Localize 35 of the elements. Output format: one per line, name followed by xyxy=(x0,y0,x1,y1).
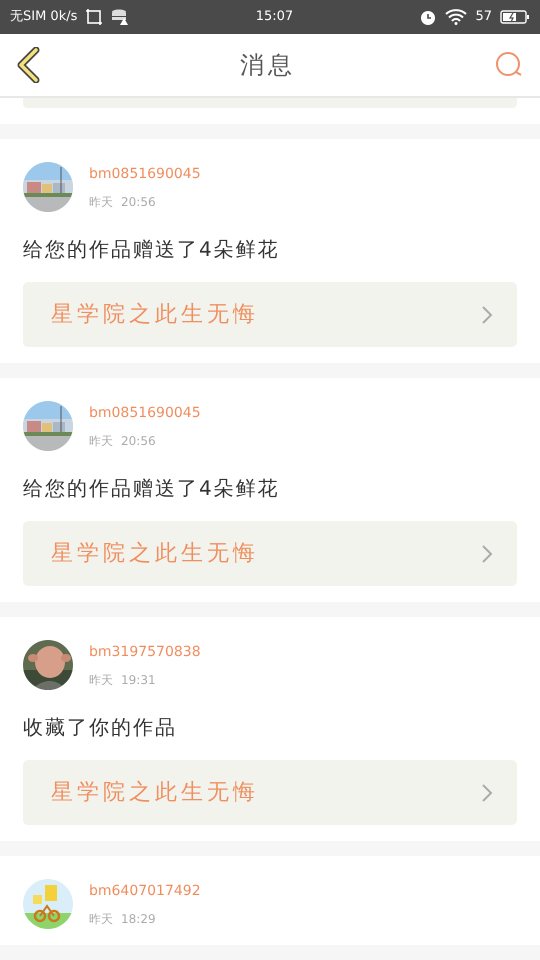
date-text: 昨天 xyxy=(89,910,113,928)
username[interactable]: bm0851690045 xyxy=(89,164,201,184)
time-text: 19:31 xyxy=(121,672,156,688)
work-link[interactable]: 星学院之此生无悔 xyxy=(23,760,517,825)
time-text: 20:56 xyxy=(121,432,156,450)
chevron-right-icon xyxy=(481,304,493,324)
time-text: 18:29 xyxy=(121,910,156,928)
date-text: 昨天 xyxy=(89,432,113,450)
chevron-right-icon xyxy=(481,544,493,564)
alarm-icon xyxy=(419,8,438,26)
screenshot-icon xyxy=(85,8,104,26)
database-warning-icon xyxy=(111,8,130,26)
wifi-icon xyxy=(445,9,468,25)
work-link[interactable]: 星学院之此生无悔 xyxy=(23,282,517,347)
work-link[interactable]: 星学院之此生无悔 xyxy=(23,521,517,586)
carrier-text: 无SIM 0k/s xyxy=(10,8,78,26)
work-title: 星学院之此生无悔 xyxy=(51,779,259,807)
message-text: 给您的作品赠送了4朵鲜花 xyxy=(23,475,281,502)
date-text: 昨天 xyxy=(89,194,113,210)
work-title: 星学院之此生无悔 xyxy=(51,540,259,568)
message-text: 给您的作品赠送了4朵鲜花 xyxy=(23,236,281,263)
username[interactable]: bm6407017492 xyxy=(89,880,201,902)
username[interactable]: bm0851690045 xyxy=(89,402,201,424)
battery-charging-icon xyxy=(500,10,530,24)
time-text: 20:56 xyxy=(121,194,156,210)
username[interactable]: bm3197570838 xyxy=(89,642,201,662)
clock-text: 15:07 xyxy=(256,8,294,26)
battery-percent-text: 57 xyxy=(475,8,492,26)
work-title: 星学院之此生无悔 xyxy=(51,301,259,329)
date-text: 昨天 xyxy=(89,672,113,688)
message-text: 收藏了你的作品 xyxy=(23,714,178,741)
chevron-right-icon xyxy=(481,782,493,802)
page-title: 消息 xyxy=(240,50,296,81)
back-icon xyxy=(16,47,42,83)
back-button[interactable] xyxy=(16,47,42,83)
